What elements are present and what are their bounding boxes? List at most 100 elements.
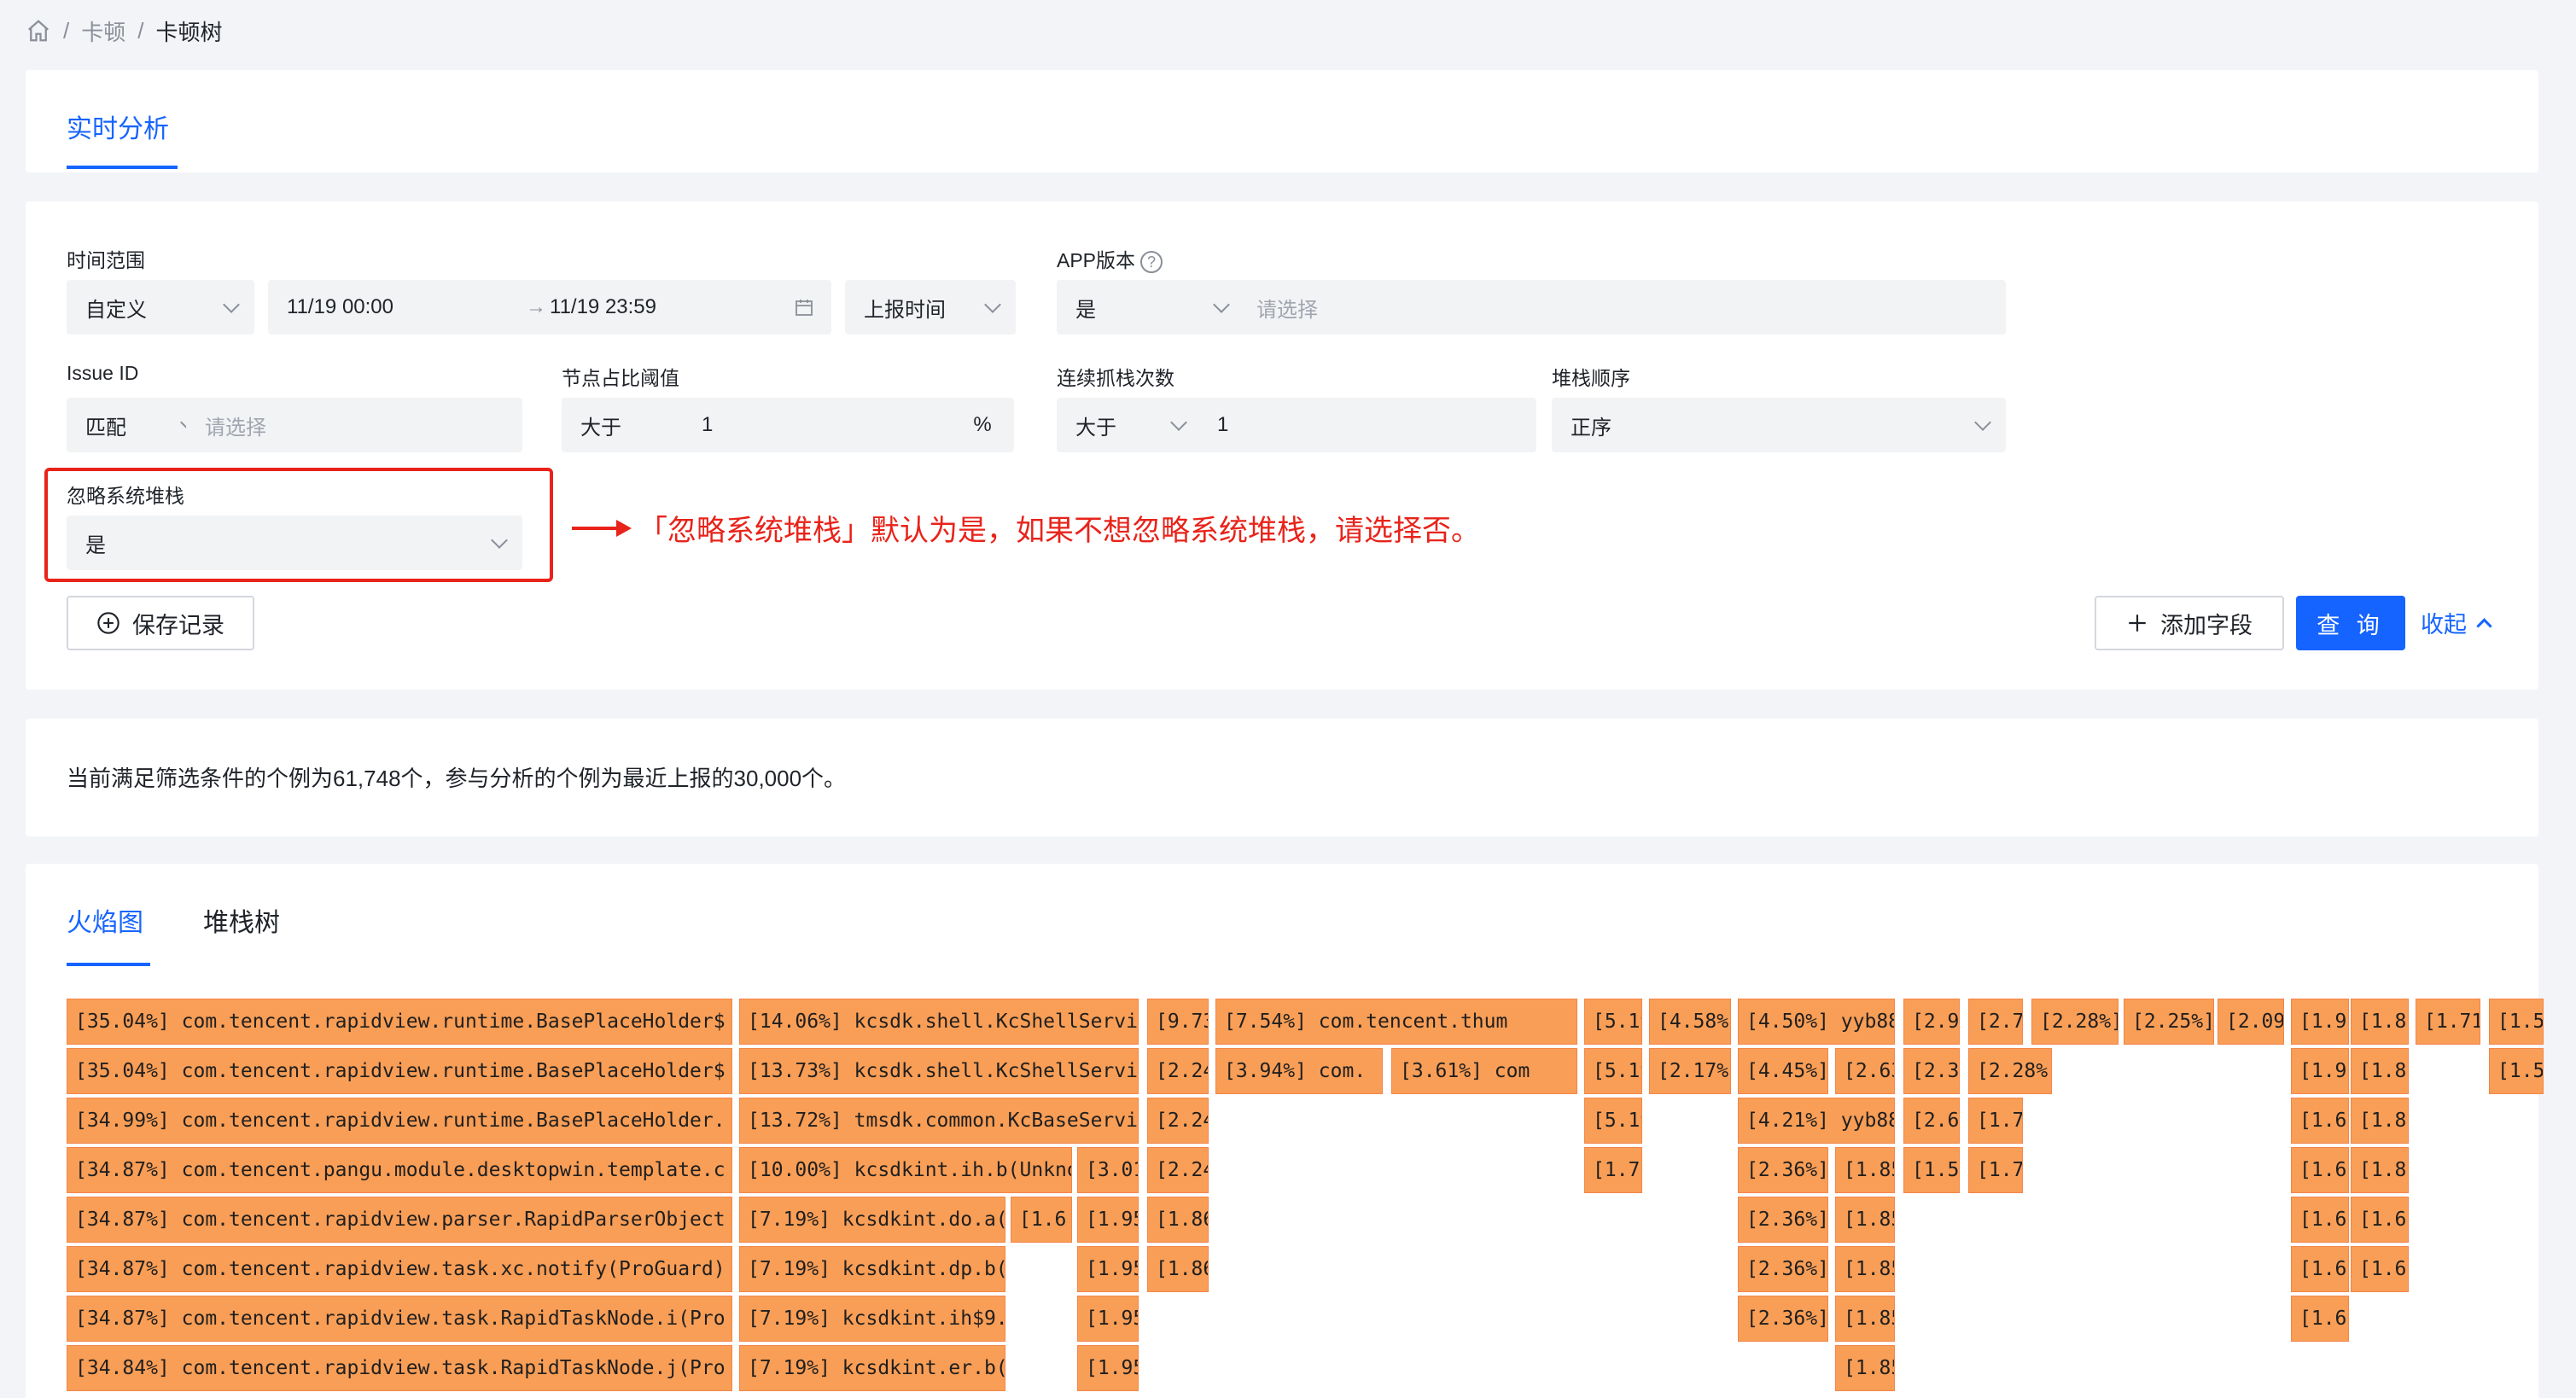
- query-button[interactable]: 查 询: [2296, 596, 2405, 650]
- flame-frame[interactable]: [34.99%] com.tencent.rapidview.runtime.B…: [67, 1098, 732, 1144]
- date-range-picker[interactable]: 11/19 00:00 → 11/19 23:59: [268, 280, 831, 335]
- ignore-system-stack-select[interactable]: 是: [67, 516, 522, 570]
- time-type-select[interactable]: 上报时间: [845, 280, 1016, 335]
- flame-frame[interactable]: [5.19: [1584, 1098, 1642, 1144]
- flame-frame[interactable]: [1.85: [1835, 1197, 1895, 1243]
- flame-frame[interactable]: [4.21%] yyb88: [1738, 1098, 1895, 1144]
- flame-frame[interactable]: [35.04%] com.tencent.rapidview.runtime.B…: [67, 1048, 732, 1094]
- flame-frame[interactable]: [3.01: [1077, 1147, 1139, 1193]
- home-icon[interactable]: [26, 18, 51, 44]
- flame-frame[interactable]: [2.73: [1968, 999, 2023, 1045]
- flame-frame[interactable]: [10.00%] kcsdkint.ih.b(Unkno: [739, 1147, 1072, 1193]
- flame-frame[interactable]: [1.6: [1011, 1197, 1072, 1243]
- flame-frame[interactable]: [1.6: [2291, 1147, 2349, 1193]
- flame-frame[interactable]: [2.09%: [2218, 999, 2284, 1045]
- flame-frame[interactable]: [3.94%] com.: [1215, 1048, 1383, 1094]
- flame-frame[interactable]: [2.63: [1903, 1098, 1960, 1144]
- flame-frame[interactable]: [1.6: [2351, 1246, 2409, 1292]
- flame-frame[interactable]: [7.19%] kcsdkint.er.b(: [739, 1345, 1005, 1391]
- flame-frame[interactable]: [7.54%] com.tencent.thum: [1215, 999, 1577, 1045]
- save-record-button[interactable]: 保存记录: [67, 596, 254, 650]
- flame-frame[interactable]: [2.28%]: [1968, 1048, 2052, 1094]
- flame-frame[interactable]: [2.24: [1147, 1048, 1209, 1094]
- flame-frame[interactable]: [13.72%] tmsdk.common.KcBaseServi: [739, 1098, 1139, 1144]
- collapse-button[interactable]: 收起: [2421, 606, 2492, 639]
- tab-realtime-analysis[interactable]: 实时分析: [67, 108, 169, 145]
- flame-frame[interactable]: [34.87%] com.tencent.rapidview.task.xc.n…: [67, 1246, 732, 1292]
- flame-frame[interactable]: [1.9: [2291, 999, 2349, 1045]
- stack-order-select[interactable]: 正序: [1552, 398, 2006, 452]
- flame-frame[interactable]: [5.19: [1584, 1048, 1642, 1094]
- flame-frame[interactable]: [1.85: [1835, 1345, 1895, 1391]
- flame-frame[interactable]: [1.6: [2291, 1246, 2349, 1292]
- flame-frame[interactable]: [5.19: [1584, 999, 1642, 1045]
- flame-frame[interactable]: [1.51: [2489, 999, 2544, 1045]
- flame-frame[interactable]: [1.8: [2351, 1098, 2409, 1144]
- flame-frame[interactable]: [1.8: [2351, 999, 2409, 1045]
- flame-frame[interactable]: [34.84%] com.tencent.rapidview.task.Rapi…: [67, 1345, 732, 1391]
- flame-frame[interactable]: [1.6: [2291, 1296, 2349, 1342]
- flame-frame[interactable]: [7.19%] kcsdkint.ih$9.: [739, 1296, 1005, 1342]
- flame-frame[interactable]: [1.71: [2416, 999, 2480, 1045]
- flame-frame[interactable]: [2.24: [1147, 1147, 1209, 1193]
- app-version-mode-select[interactable]: 是: [1057, 280, 1244, 335]
- flame-frame[interactable]: [1.8: [2351, 1147, 2409, 1193]
- flame-frame[interactable]: [1.6: [2291, 1197, 2349, 1243]
- flame-frame[interactable]: [2.25%]: [2124, 999, 2214, 1045]
- flame-frame[interactable]: [4.58%: [1649, 999, 1731, 1045]
- flame-frame[interactable]: [34.87%] com.tencent.pangu.module.deskto…: [67, 1147, 732, 1193]
- flame-frame[interactable]: [2.36: [1903, 1048, 1960, 1094]
- tab-flame-graph[interactable]: 火焰图: [67, 901, 143, 939]
- flame-frame[interactable]: [13.73%] kcsdk.shell.KcShellServic: [739, 1048, 1139, 1094]
- flame-frame[interactable]: [2.36%]: [1738, 1147, 1828, 1193]
- flame-frame[interactable]: [1.51: [2489, 1048, 2544, 1094]
- flame-frame[interactable]: [1.9: [2291, 1048, 2349, 1094]
- chevron-down-icon: [223, 296, 240, 313]
- flame-frame[interactable]: [2.28%]: [2031, 999, 2118, 1045]
- help-icon[interactable]: ?: [1140, 250, 1163, 273]
- time-mode-select[interactable]: 自定义: [67, 280, 254, 335]
- flame-frame[interactable]: [2.97: [1903, 999, 1960, 1045]
- flame-frame[interactable]: [2.36%]: [1738, 1296, 1828, 1342]
- flame-frame[interactable]: [7.19%] kcsdkint.do.a(: [739, 1197, 1005, 1243]
- flame-frame[interactable]: [1.95: [1077, 1197, 1139, 1243]
- flame-frame[interactable]: [3.61%] com: [1391, 1048, 1577, 1094]
- flame-frame[interactable]: [4.45%] com.t: [1738, 1048, 1828, 1094]
- flame-frame[interactable]: [2.63: [1835, 1048, 1895, 1094]
- flame-frame[interactable]: [1.95: [1077, 1345, 1139, 1391]
- flame-frame[interactable]: [1.79: [1968, 1098, 2023, 1144]
- issue-id-select[interactable]: 请选择: [186, 398, 522, 452]
- flame-frame[interactable]: [1.95: [1077, 1246, 1139, 1292]
- breadcrumb-item-lag[interactable]: 卡顿: [81, 15, 125, 47]
- flame-frame[interactable]: [9.73: [1147, 999, 1209, 1045]
- flame-frame[interactable]: [1.71: [1584, 1147, 1642, 1193]
- flame-frame[interactable]: [4.50%] yyb88: [1738, 999, 1895, 1045]
- flame-frame[interactable]: [1.95: [1077, 1296, 1139, 1342]
- flame-frame[interactable]: [1.86: [1147, 1246, 1209, 1292]
- flame-frame[interactable]: [34.87%] com.tencent.rapidview.task.Rapi…: [67, 1296, 732, 1342]
- flame-frame[interactable]: [1.79: [1968, 1147, 2023, 1193]
- flame-frame[interactable]: [7.19%] kcsdkint.dp.b(: [739, 1246, 1005, 1292]
- flame-frame[interactable]: [35.04%] com.tencent.rapidview.runtime.B…: [67, 999, 732, 1045]
- consecutive-op-select[interactable]: 大于: [1057, 398, 1202, 452]
- flame-frame[interactable]: [1.6: [2291, 1098, 2349, 1144]
- flame-frame[interactable]: [1.85: [1835, 1296, 1895, 1342]
- node-ratio-input[interactable]: 1: [683, 398, 978, 452]
- add-field-button[interactable]: 添加字段: [2095, 596, 2284, 650]
- flame-frame[interactable]: [1.8: [2351, 1048, 2409, 1094]
- flame-frame[interactable]: [1.86: [1147, 1197, 1209, 1243]
- flame-frame[interactable]: [34.87%] com.tencent.rapidview.parser.Ra…: [67, 1197, 732, 1243]
- flame-frame[interactable]: [1.85: [1835, 1147, 1895, 1193]
- app-version-select[interactable]: 请选择: [1238, 280, 2006, 335]
- flame-frame[interactable]: [1.6: [2351, 1197, 2409, 1243]
- consecutive-input[interactable]: 1: [1198, 398, 1536, 452]
- flame-frame[interactable]: [2.17%: [1649, 1048, 1731, 1094]
- flame-frame[interactable]: [1.54: [1903, 1147, 1960, 1193]
- tab-stack-tree[interactable]: 堆栈树: [203, 901, 280, 939]
- flame-frame[interactable]: [2.36%]: [1738, 1246, 1828, 1292]
- flame-frame[interactable]: [2.36%]: [1738, 1197, 1828, 1243]
- flame-frame[interactable]: [1.85: [1835, 1246, 1895, 1292]
- node-ratio-op-select[interactable]: 大于: [562, 398, 691, 452]
- flame-frame[interactable]: [2.24: [1147, 1098, 1209, 1144]
- flame-frame[interactable]: [14.06%] kcsdk.shell.KcShellServic: [739, 999, 1139, 1045]
